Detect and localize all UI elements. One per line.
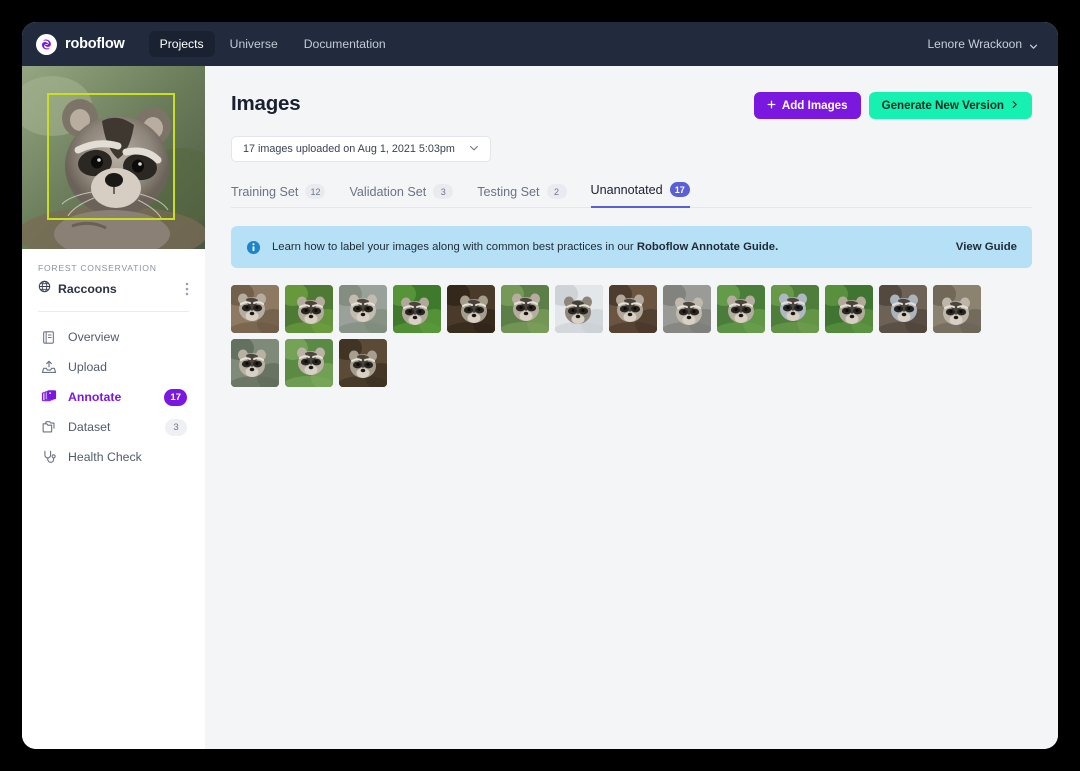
project-more-options-icon[interactable] (185, 282, 189, 296)
brand-logo[interactable]: roboflow (36, 34, 125, 55)
image-thumbnail[interactable] (285, 339, 333, 387)
banner-text: Learn how to label your images along wit… (272, 241, 778, 253)
info-banner: Learn how to label your images along wit… (231, 226, 1032, 268)
sidebar-item-label: Annotate (68, 390, 121, 404)
image-thumbnail[interactable] (393, 285, 441, 333)
stethoscope-icon (40, 449, 57, 466)
add-images-label: Add Images (782, 99, 848, 112)
image-thumbnail[interactable] (501, 285, 549, 333)
view-guide-link[interactable]: View Guide (956, 241, 1017, 253)
sidebar-item-annotate[interactable]: Annotate 17 (32, 382, 195, 412)
globe-icon (38, 280, 51, 298)
sidebar-badge-annotate: 17 (164, 389, 187, 406)
app-window: roboflow Projects Universe Documentation… (22, 22, 1058, 749)
sidebar-item-label: Upload (68, 360, 107, 374)
project-name: Raccoons (58, 282, 117, 296)
images-icon (40, 389, 57, 406)
user-menu[interactable]: Lenore Wrackoon (928, 37, 1039, 51)
image-thumbnail[interactable] (231, 339, 279, 387)
brand-name: roboflow (65, 36, 125, 52)
image-thumbnail[interactable] (663, 285, 711, 333)
upload-icon (40, 359, 57, 376)
sidebar-item-label: Overview (68, 330, 119, 344)
image-thumbnail[interactable] (771, 285, 819, 333)
tab-label: Testing Set (477, 185, 539, 199)
tab-testing-set[interactable]: Testing Set 2 (477, 184, 566, 208)
roboflow-logo-icon (36, 34, 57, 55)
project-category: FOREST CONSERVATION (38, 263, 189, 273)
book-icon (40, 329, 57, 346)
tab-label: Validation Set (349, 185, 426, 199)
nav-link-universe[interactable]: Universe (219, 31, 289, 57)
plus-icon (767, 99, 776, 112)
tab-count: 12 (305, 184, 325, 199)
project-row[interactable]: Raccoons (38, 280, 189, 298)
image-thumbnail[interactable] (717, 285, 765, 333)
image-thumbnail[interactable] (825, 285, 873, 333)
primary-nav: Projects Universe Documentation (149, 31, 397, 57)
main-header: Images Add Images Generate New Version (231, 92, 1032, 119)
sidebar-nav: Overview Upload (22, 312, 205, 472)
info-circle-icon (246, 240, 261, 255)
tab-count: 3 (433, 184, 453, 199)
body-layout: FOREST CONSERVATION Raccoons (22, 66, 1058, 749)
nav-link-documentation[interactable]: Documentation (293, 31, 397, 57)
tab-label: Training Set (231, 185, 298, 199)
banner-text-plain: Learn how to label your images along wit… (272, 241, 637, 253)
image-thumbnail[interactable] (879, 285, 927, 333)
image-thumbnail[interactable] (609, 285, 657, 333)
sidebar-item-upload[interactable]: Upload (32, 352, 195, 382)
banner-text-bold: Roboflow Annotate Guide. (637, 241, 778, 253)
sidebar-item-dataset[interactable]: Dataset 3 (32, 412, 195, 442)
top-navigation-bar: roboflow Projects Universe Documentation… (22, 22, 1058, 66)
header-actions: Add Images Generate New Version (754, 92, 1032, 119)
tab-training-set[interactable]: Training Set 12 (231, 184, 325, 208)
tab-count: 2 (547, 184, 567, 199)
sidebar-item-health-check[interactable]: Health Check (32, 442, 195, 472)
generate-label: Generate New Version (882, 99, 1004, 112)
image-thumbnail[interactable] (285, 285, 333, 333)
chevron-down-icon (469, 143, 479, 156)
add-images-button[interactable]: Add Images (754, 92, 861, 119)
user-name: Lenore Wrackoon (928, 37, 1023, 51)
image-thumbnail[interactable] (447, 285, 495, 333)
sidebar-badge-dataset: 3 (165, 419, 187, 436)
tab-label: Unannotated (591, 183, 663, 197)
generate-new-version-button[interactable]: Generate New Version (869, 92, 1032, 119)
chevron-right-icon (1010, 99, 1019, 112)
annotation-bounding-box (47, 93, 175, 220)
upload-batch-select[interactable]: 17 images uploaded on Aug 1, 2021 5:03pm (231, 136, 491, 162)
image-thumbnail[interactable] (339, 339, 387, 387)
project-block: FOREST CONSERVATION Raccoons (22, 249, 205, 298)
nav-link-projects[interactable]: Projects (149, 31, 215, 57)
upload-batch-value: 17 images uploaded on Aug 1, 2021 5:03pm (243, 143, 455, 155)
sidebar-item-label: Dataset (68, 420, 110, 434)
folder-icon (40, 419, 57, 436)
sidebar: FOREST CONSERVATION Raccoons (22, 66, 205, 749)
image-thumbnail[interactable] (339, 285, 387, 333)
dataset-split-tabs: Training Set 12 Validation Set 3 Testing… (231, 181, 1032, 208)
image-thumbnail[interactable] (555, 285, 603, 333)
tab-unannotated[interactable]: Unannotated 17 (591, 182, 690, 208)
tab-count: 17 (670, 182, 690, 197)
image-thumbnail[interactable] (933, 285, 981, 333)
image-thumbnail[interactable] (231, 285, 279, 333)
sidebar-item-overview[interactable]: Overview (32, 322, 195, 352)
sidebar-item-label: Health Check (68, 450, 142, 464)
page-title: Images (231, 92, 300, 116)
chevron-down-icon (1029, 40, 1038, 49)
project-hero-image[interactable] (22, 66, 205, 249)
main-content: Images Add Images Generate New Version (205, 66, 1058, 749)
tab-validation-set[interactable]: Validation Set 3 (349, 184, 453, 208)
image-thumbnail-grid (231, 285, 993, 387)
